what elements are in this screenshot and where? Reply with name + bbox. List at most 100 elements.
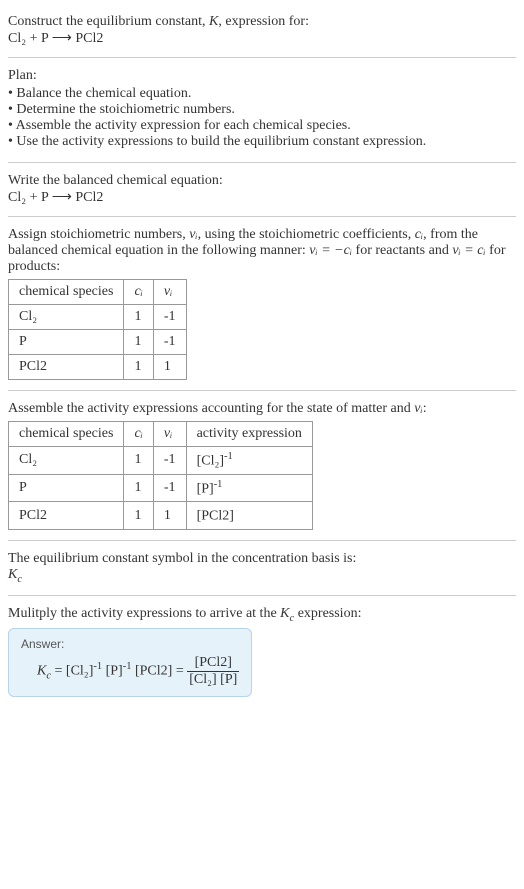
Kc-K: K	[8, 567, 17, 582]
plan-item: Determine the stoichiometric numbers.	[8, 102, 516, 118]
ans-t1-exp: -1	[93, 661, 102, 672]
activity-table: chemical species cᵢ νᵢ activity expressi…	[8, 421, 313, 530]
act-base: [PCl2]	[197, 509, 234, 524]
balanced-heading: Write the balanced chemical equation:	[8, 173, 516, 189]
table-row: PCl2 1 1	[9, 355, 187, 380]
cell-nu: 1	[153, 355, 186, 380]
table-row: P 1 -1 [P]-1	[9, 474, 313, 502]
table-row: Cl₂ 1 -1	[9, 305, 187, 330]
divider	[8, 390, 516, 391]
ans-fraction: [PCl2][Cl₂] [P]	[187, 655, 239, 688]
cell-c: 1	[124, 355, 153, 380]
activity-section: Assemble the activity expressions accoun…	[8, 395, 516, 536]
plan-item: Use the activity expressions to build th…	[8, 134, 516, 150]
symbol-Kc: Kc	[8, 567, 516, 585]
cell-c: 1	[124, 447, 153, 475]
intro-K: K	[209, 14, 218, 29]
assign-nu: νᵢ	[189, 227, 197, 242]
multiply-text: Mulitply the activity expressions to arr…	[8, 606, 516, 624]
plan-item: Balance the chemical equation.	[8, 86, 516, 102]
col-ci: cᵢ	[124, 422, 153, 447]
activity-text-a: Assemble the activity expressions accoun…	[8, 401, 414, 416]
answer-label: Answer:	[21, 637, 239, 651]
activity-text-b: :	[423, 401, 427, 416]
ans-eq: =	[51, 663, 66, 678]
ans-t1: [Cl₂]	[66, 663, 93, 678]
col-nu: νᵢ	[153, 422, 186, 447]
multiply-section: Mulitply the activity expressions to arr…	[8, 600, 516, 703]
activity-text: Assemble the activity expressions accoun…	[8, 401, 516, 417]
ans-t3: [PCl2]	[135, 663, 172, 678]
col-species: chemical species	[9, 280, 124, 305]
Kc-c: c	[17, 574, 22, 585]
col-species: chemical species	[9, 422, 124, 447]
divider	[8, 162, 516, 163]
divider	[8, 216, 516, 217]
assign-text-d: for reactants and	[352, 243, 452, 258]
plan-item: Assemble the activity expression for eac…	[8, 118, 516, 134]
multiply-text-a: Mulitply the activity expressions to arr…	[8, 606, 280, 621]
cell-nu: -1	[153, 330, 186, 355]
cell-species: PCl2	[9, 355, 124, 380]
ans-t2: [P]	[106, 663, 123, 678]
cell-activity: [PCl2]	[186, 502, 312, 530]
divider	[8, 540, 516, 541]
answer-box: Answer: Kc = [Cl₂]-1 [P]-1 [PCl2] = [PCl…	[8, 628, 252, 697]
table-row: P 1 -1	[9, 330, 187, 355]
divider	[8, 57, 516, 58]
cell-activity: [Cl₂]-1	[186, 447, 312, 475]
cell-c: 1	[124, 330, 153, 355]
cell-nu: -1	[153, 474, 186, 502]
cell-nu: -1	[153, 305, 186, 330]
assign-c: cᵢ	[415, 227, 423, 242]
act-base: [Cl₂]	[197, 454, 224, 469]
act-exp: -1	[224, 451, 233, 462]
cell-c: 1	[124, 305, 153, 330]
act-base: [P]	[197, 481, 214, 496]
ans-Kc: K	[37, 663, 46, 678]
cell-c: 1	[124, 474, 153, 502]
plan-list: Balance the chemical equation. Determine…	[8, 86, 516, 150]
symbol-text: The equilibrium constant symbol in the c…	[8, 551, 516, 567]
cell-species: P	[9, 474, 124, 502]
col-activity: activity expression	[186, 422, 312, 447]
table-header-row: chemical species cᵢ νᵢ activity expressi…	[9, 422, 313, 447]
stoich-table: chemical species cᵢ νᵢ Cl₂ 1 -1 P 1 -1 P…	[8, 279, 187, 380]
plan-heading: Plan:	[8, 68, 516, 84]
col-nu: νᵢ	[153, 280, 186, 305]
assign-eq1: νᵢ = −cᵢ	[309, 243, 352, 258]
col-ci: cᵢ	[124, 280, 153, 305]
cell-species: Cl₂	[9, 447, 124, 475]
plan-section: Plan: Balance the chemical equation. Det…	[8, 62, 516, 158]
table-row: PCl2 1 1 [PCl2]	[9, 502, 313, 530]
assign-text: Assign stoichiometric numbers, νᵢ, using…	[8, 227, 516, 275]
divider	[8, 595, 516, 596]
intro-text: Construct the equilibrium constant, K, e…	[8, 14, 516, 30]
intro-equation: Cl₂ + P ⟶ PCl2	[8, 30, 516, 47]
assign-text-b: , using the stoichiometric coefficients,	[198, 227, 415, 242]
activity-nu: νᵢ	[414, 401, 422, 416]
assign-section: Assign stoichiometric numbers, νᵢ, using…	[8, 221, 516, 386]
multiply-Kc: K	[280, 606, 289, 621]
intro-section: Construct the equilibrium constant, K, e…	[8, 8, 516, 53]
intro-line1: Construct the equilibrium constant,	[8, 14, 209, 29]
assign-eq2: νᵢ = cᵢ	[452, 243, 485, 258]
cell-nu: -1	[153, 447, 186, 475]
symbol-section: The equilibrium constant symbol in the c…	[8, 545, 516, 591]
cell-species: Cl₂	[9, 305, 124, 330]
assign-text-a: Assign stoichiometric numbers,	[8, 227, 189, 242]
balanced-equation: Cl₂ + P ⟶ PCl2	[8, 189, 516, 206]
balanced-section: Write the balanced chemical equation: Cl…	[8, 167, 516, 212]
ans-num: [PCl2]	[187, 655, 239, 672]
intro-line1b: , expression for:	[218, 14, 309, 29]
cell-nu: 1	[153, 502, 186, 530]
cell-activity: [P]-1	[186, 474, 312, 502]
multiply-text-b: expression:	[294, 606, 361, 621]
cell-c: 1	[124, 502, 153, 530]
ans-eq2: =	[172, 663, 187, 678]
cell-species: PCl2	[9, 502, 124, 530]
table-header-row: chemical species cᵢ νᵢ	[9, 280, 187, 305]
table-row: Cl₂ 1 -1 [Cl₂]-1	[9, 447, 313, 475]
answer-formula: Kc = [Cl₂]-1 [P]-1 [PCl2] = [PCl2][Cl₂] …	[21, 655, 239, 688]
ans-den: [Cl₂] [P]	[187, 672, 239, 688]
